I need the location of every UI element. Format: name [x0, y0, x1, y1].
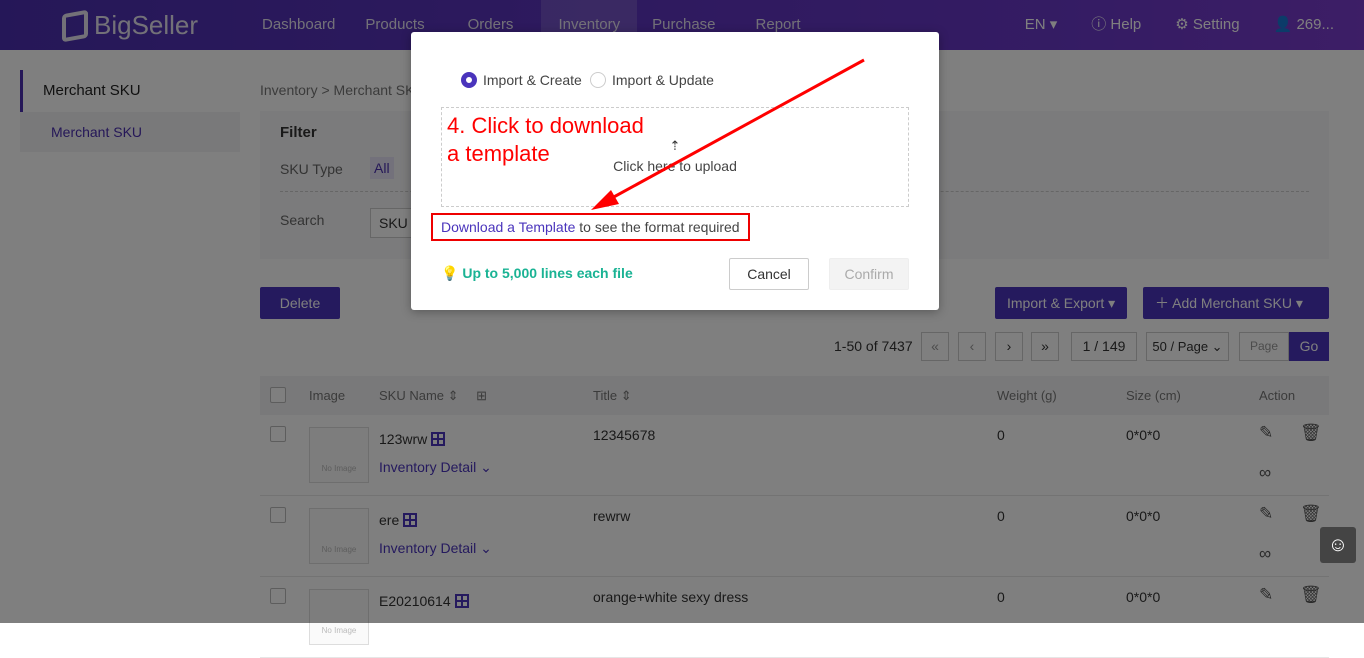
customer-service-icon[interactable]: ☺ — [1320, 527, 1356, 563]
cancel-button[interactable]: Cancel — [729, 258, 809, 290]
download-suffix: to see the format required — [575, 219, 740, 235]
download-template-row: Download a Template to see the format re… — [431, 213, 750, 241]
tip-text: Up to 5,000 lines each file — [462, 265, 633, 281]
line-limit-tip: 💡 Up to 5,000 lines each file — [441, 265, 633, 282]
confirm-button[interactable]: Confirm — [829, 258, 909, 290]
import-modal: Import & Create Import & Update ⇡ Click … — [411, 32, 939, 310]
download-template-link[interactable]: Download a Template — [441, 219, 575, 235]
lightbulb-icon: 💡 — [441, 265, 459, 281]
